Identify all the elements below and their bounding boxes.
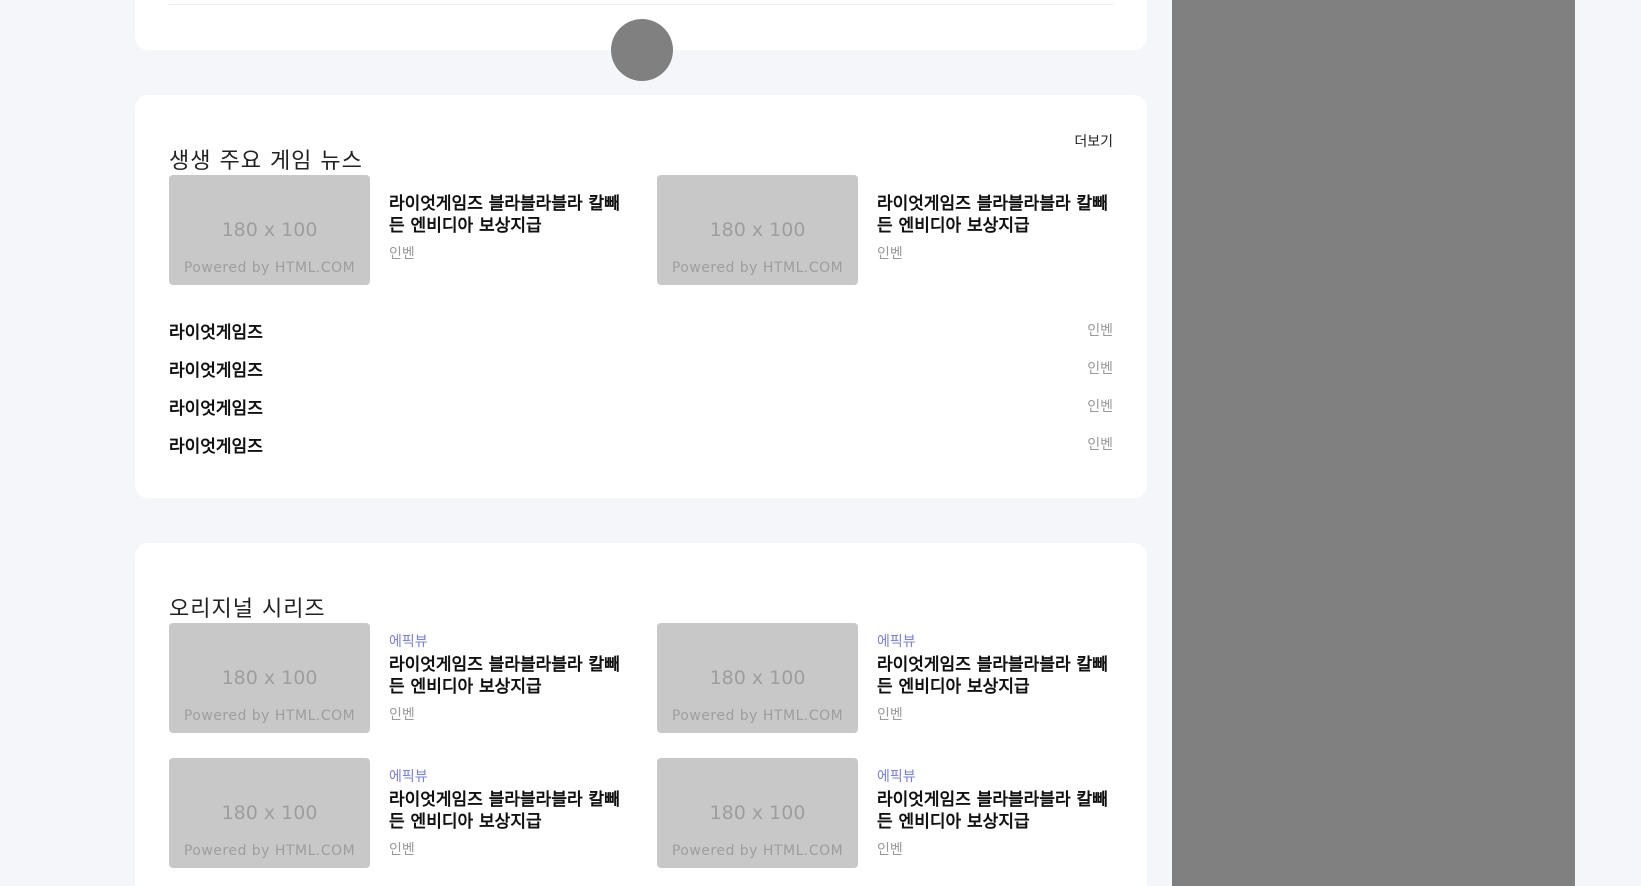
series-item[interactable]: 180 x 100 Powered by HTML.COM 에픽뷰 라이엇게임즈… <box>169 623 639 733</box>
game-news-section: 생생 주요 게임 뉴스 더보기 180 x 100 Powered by HTM… <box>135 95 1147 498</box>
news-featured-item[interactable]: 180 x 100 Powered by HTML.COM 라이엇게임즈 블라블… <box>169 175 639 285</box>
thumbnail-credit: Powered by HTML.COM <box>183 708 356 724</box>
list-item[interactable]: 라이엇게임즈 인벤 <box>169 386 1113 424</box>
series-tag[interactable]: 에픽뷰 <box>389 631 634 651</box>
article-source: 인벤 <box>389 707 415 723</box>
article-source: 인벤 <box>877 842 903 858</box>
article-source: 인벤 <box>389 842 415 858</box>
list-item-title[interactable]: 라이엇게임즈 <box>169 356 263 381</box>
list-item-title[interactable]: 라이엇게임즈 <box>169 394 263 419</box>
section-divider <box>169 4 1113 5</box>
thumbnail-credit: Powered by HTML.COM <box>183 843 356 859</box>
thumbnail-credit: Powered by HTML.COM <box>671 260 844 276</box>
list-item-source: 인벤 <box>1087 437 1113 453</box>
list-item-source: 인벤 <box>1087 399 1113 415</box>
thumbnail-size-label: 180 x 100 <box>709 802 806 824</box>
thumbnail-image[interactable]: 180 x 100 Powered by HTML.COM <box>169 175 370 285</box>
thumbnail-size-label: 180 x 100 <box>709 219 806 241</box>
list-item[interactable]: 라이엇게임즈 인벤 <box>169 424 1113 462</box>
side-panel-placeholder <box>1172 0 1575 886</box>
thumbnail-credit: Powered by HTML.COM <box>671 708 844 724</box>
article-title[interactable]: 라이엇게임즈 블라블라블라 칼빼든 엔비디아 보상지급 <box>877 789 1122 833</box>
thumbnail-image[interactable]: 180 x 100 Powered by HTML.COM <box>169 623 370 733</box>
series-tag[interactable]: 에픽뷰 <box>877 631 1122 651</box>
article-title[interactable]: 라이엇게임즈 블라블라블라 칼빼든 엔비디아 보상지급 <box>389 193 634 237</box>
list-item-title[interactable]: 라이엇게임즈 <box>169 318 263 343</box>
article-title[interactable]: 라이엇게임즈 블라블라블라 칼빼든 엔비디아 보상지급 <box>877 193 1122 237</box>
thumbnail-image[interactable]: 180 x 100 Powered by HTML.COM <box>169 758 370 868</box>
series-item[interactable]: 180 x 100 Powered by HTML.COM 에픽뷰 라이엇게임즈… <box>657 623 1127 733</box>
list-item[interactable]: 라이엇게임즈 인벤 <box>169 348 1113 386</box>
article-source: 인벤 <box>877 707 903 723</box>
series-item[interactable]: 180 x 100 Powered by HTML.COM 에픽뷰 라이엇게임즈… <box>169 758 639 868</box>
thumbnail-image[interactable]: 180 x 100 Powered by HTML.COM <box>657 175 858 285</box>
article-source: 인벤 <box>389 246 415 262</box>
news-text-list: 라이엇게임즈 인벤 라이엇게임즈 인벤 라이엇게임즈 인벤 라이엇게임즈 인벤 <box>169 310 1113 462</box>
list-item-title[interactable]: 라이엇게임즈 <box>169 432 263 457</box>
article-source: 인벤 <box>877 246 903 262</box>
thumbnail-image[interactable]: 180 x 100 Powered by HTML.COM <box>657 623 858 733</box>
list-item[interactable]: 라이엇게임즈 인벤 <box>169 310 1113 348</box>
thumbnail-size-label: 180 x 100 <box>221 802 318 824</box>
section-title: 생생 주요 게임 뉴스 <box>169 149 363 175</box>
list-item-source: 인벤 <box>1087 323 1113 339</box>
list-item-source: 인벤 <box>1087 361 1113 377</box>
series-item[interactable]: 180 x 100 Powered by HTML.COM 에픽뷰 라이엇게임즈… <box>657 758 1127 868</box>
series-tag[interactable]: 에픽뷰 <box>877 766 1122 786</box>
scroll-indicator[interactable] <box>611 19 673 81</box>
page: 생생 주요 게임 뉴스 더보기 180 x 100 Powered by HTM… <box>0 0 1641 886</box>
news-featured-item[interactable]: 180 x 100 Powered by HTML.COM 라이엇게임즈 블라블… <box>657 175 1127 285</box>
thumbnail-image[interactable]: 180 x 100 Powered by HTML.COM <box>657 758 858 868</box>
article-title[interactable]: 라이엇게임즈 블라블라블라 칼빼든 엔비디아 보상지급 <box>389 789 634 833</box>
thumbnail-size-label: 180 x 100 <box>221 667 318 689</box>
thumbnail-size-label: 180 x 100 <box>221 219 318 241</box>
article-title[interactable]: 라이엇게임즈 블라블라블라 칼빼든 엔비디아 보상지급 <box>389 654 634 698</box>
original-series-section: 오리지널 시리즈 180 x 100 Powered by HTML.COM 에… <box>135 543 1147 886</box>
thumbnail-credit: Powered by HTML.COM <box>671 843 844 859</box>
thumbnail-size-label: 180 x 100 <box>709 667 806 689</box>
thumbnail-credit: Powered by HTML.COM <box>183 260 356 276</box>
article-title[interactable]: 라이엇게임즈 블라블라블라 칼빼든 엔비디아 보상지급 <box>877 654 1122 698</box>
series-tag[interactable]: 에픽뷰 <box>389 766 634 786</box>
section-title: 오리지널 시리즈 <box>169 597 326 623</box>
more-link[interactable]: 더보기 <box>1074 131 1113 151</box>
